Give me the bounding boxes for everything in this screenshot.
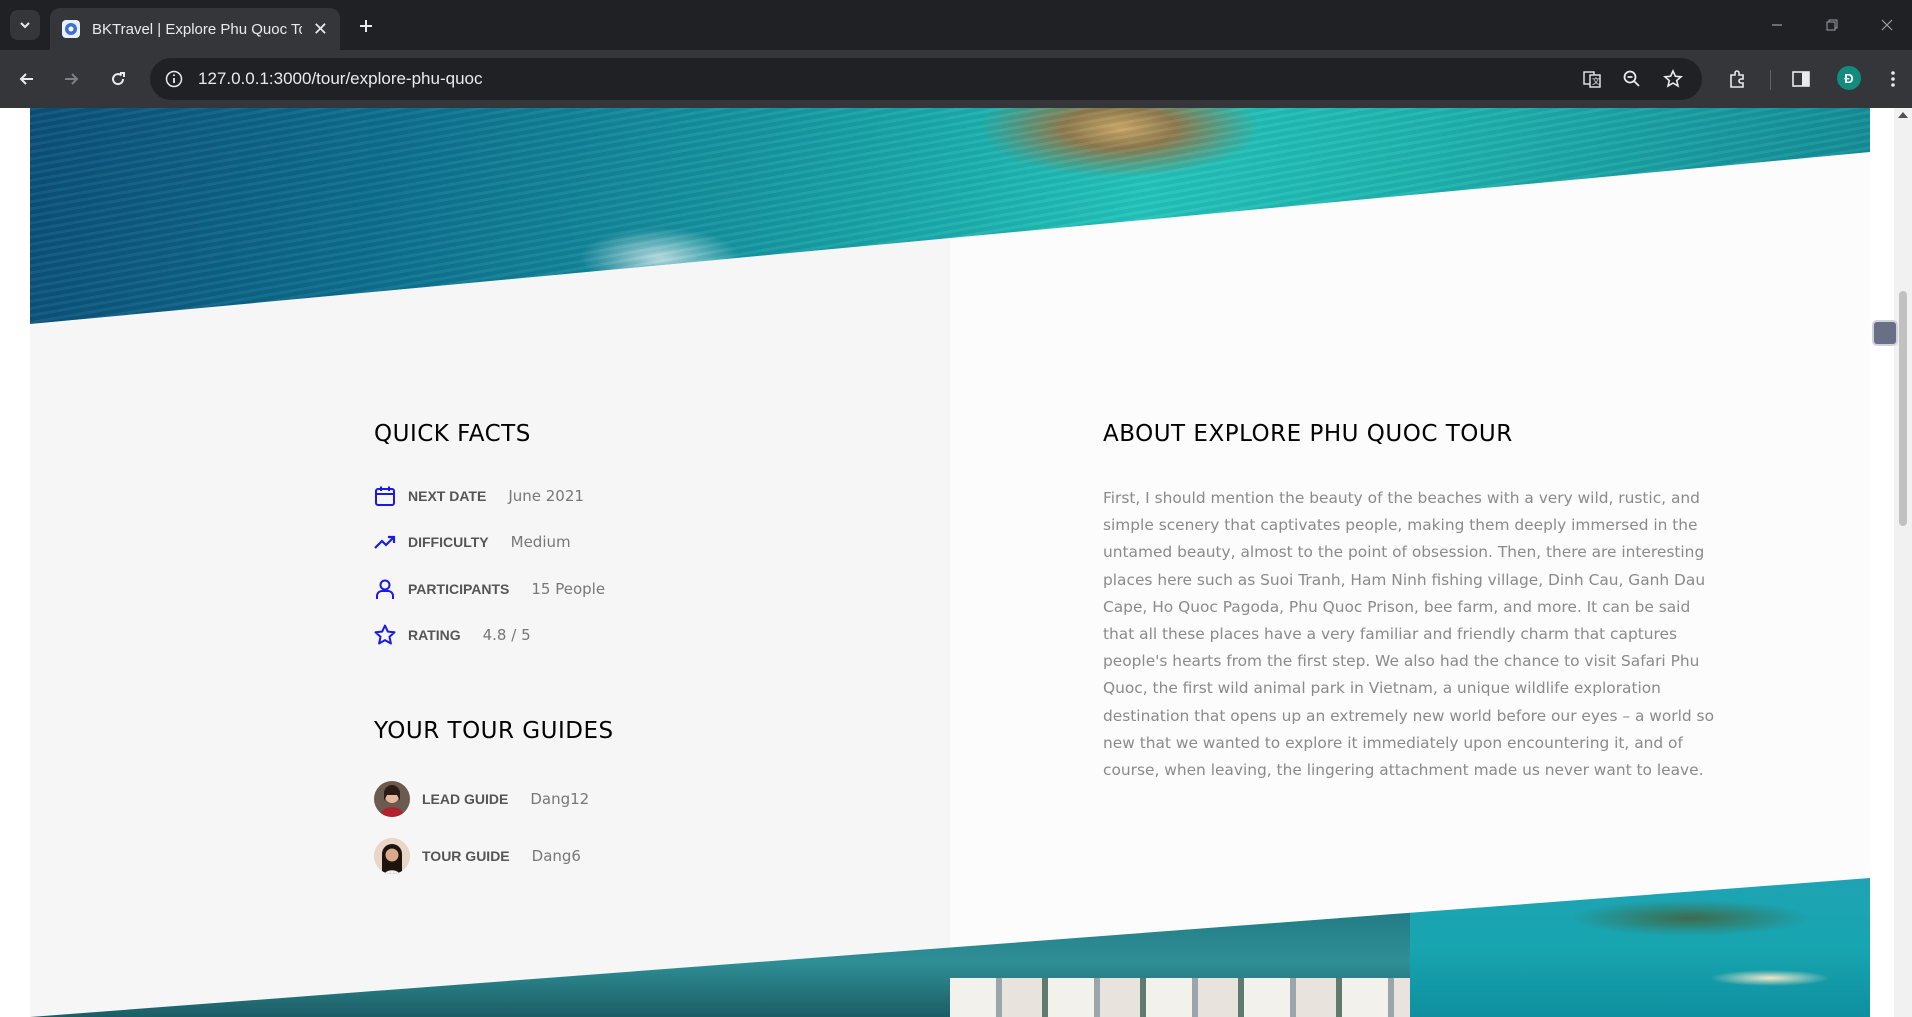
scroll-up-arrow-icon[interactable] xyxy=(1898,112,1908,118)
profile-avatar[interactable]: Đ xyxy=(1837,66,1861,90)
browser-toolbar: 127.0.0.1:3000/tour/explore-phu-quoc 文 xyxy=(0,50,1912,108)
minimize-button[interactable] xyxy=(1762,12,1792,38)
chevron-down-icon xyxy=(20,22,30,29)
fact-value: Medium xyxy=(510,533,571,551)
fact-value: June 2021 xyxy=(508,487,584,505)
browser-tab-active[interactable]: BKTravel | Explore Phu Quoc Tour ✕ xyxy=(50,8,340,50)
guide-role-label: Tour guide xyxy=(422,848,510,864)
fact-difficulty: Difficulty Medium xyxy=(374,528,571,556)
svg-text:文: 文 xyxy=(1592,76,1600,86)
close-window-button[interactable] xyxy=(1872,12,1902,38)
menu-button[interactable] xyxy=(1878,64,1908,94)
guide-lead: Lead guide Dang12 xyxy=(374,781,589,817)
forward-button[interactable] xyxy=(56,64,86,94)
kebab-menu-icon xyxy=(1891,71,1895,87)
restore-button[interactable] xyxy=(1817,12,1847,38)
scrollbar-thumb[interactable] xyxy=(1899,291,1907,526)
tour-page: Quick facts Next date June 2021 Difficul… xyxy=(30,108,1870,1017)
header-image-phu-quoc-sea xyxy=(30,108,1870,324)
page-scrollbar[interactable] xyxy=(1894,108,1912,1017)
fact-label: Difficulty xyxy=(408,534,489,550)
fact-rating: Rating 4.8 / 5 xyxy=(374,621,531,649)
bookmark-star-icon[interactable] xyxy=(1661,67,1685,91)
restore-icon xyxy=(1826,19,1838,31)
tab-close-icon[interactable]: ✕ xyxy=(313,19,328,40)
arrow-left-icon xyxy=(19,73,33,85)
fact-value: 15 People xyxy=(531,580,606,598)
side-panel-button[interactable] xyxy=(1786,64,1816,94)
calendar-icon xyxy=(374,485,396,507)
plus-icon xyxy=(360,20,372,32)
quick-facts-heading: Quick facts xyxy=(374,421,531,447)
puzzle-icon xyxy=(1730,70,1744,88)
guide-name: Dang6 xyxy=(531,847,581,865)
guide-role-label: Lead guide xyxy=(422,791,509,807)
page-viewport: Quick facts Next date June 2021 Difficul… xyxy=(0,108,1912,1017)
tab-strip: BKTravel | Explore Phu Quoc Tour ✕ xyxy=(0,0,1912,50)
star-icon xyxy=(374,624,396,646)
fact-next-date: Next date June 2021 xyxy=(374,482,584,510)
avatar xyxy=(374,781,410,817)
arrow-right-icon xyxy=(65,73,79,85)
toolbar-divider xyxy=(1770,70,1771,90)
new-tab-button[interactable] xyxy=(352,12,380,40)
reload-icon xyxy=(112,72,125,86)
trending-up-icon xyxy=(374,531,396,553)
guide-tour: Tour guide Dang6 xyxy=(374,838,581,874)
minimize-icon xyxy=(1772,24,1782,26)
guide-name: Dang12 xyxy=(530,790,590,808)
about-description: First, I should mention the beauty of th… xyxy=(1103,489,1714,780)
avatar xyxy=(374,838,410,874)
user-icon xyxy=(374,578,396,600)
extensions-button[interactable] xyxy=(1722,64,1752,94)
fact-value: 4.8 / 5 xyxy=(482,626,531,644)
fact-label: Rating xyxy=(408,627,461,643)
tab-title: BKTravel | Explore Phu Quoc Tour xyxy=(92,20,302,38)
close-icon xyxy=(1881,19,1893,31)
fact-participants: Participants 15 People xyxy=(374,575,605,603)
tour-guides-heading: Your tour guides xyxy=(374,718,614,744)
reload-button[interactable] xyxy=(103,64,133,94)
tab-search-button[interactable] xyxy=(10,10,40,40)
url-text[interactable]: 127.0.0.1:3000/tour/explore-phu-quoc xyxy=(198,69,482,89)
extension-widget-icon[interactable] xyxy=(1872,320,1898,346)
translate-icon[interactable]: 文 xyxy=(1580,67,1604,91)
about-heading: About Explore Phu Quoc tour xyxy=(1103,421,1513,447)
fact-label: Participants xyxy=(408,581,510,597)
fact-label: Next date xyxy=(408,488,487,504)
address-bar[interactable]: 127.0.0.1:3000/tour/explore-phu-quoc 文 xyxy=(150,58,1702,100)
site-info-icon[interactable] xyxy=(162,67,186,91)
site-favicon xyxy=(62,20,80,38)
zoom-icon[interactable] xyxy=(1620,67,1644,91)
back-button[interactable] xyxy=(12,64,42,94)
side-panel-icon xyxy=(1792,71,1810,87)
gallery-image-island xyxy=(1410,878,1870,1017)
